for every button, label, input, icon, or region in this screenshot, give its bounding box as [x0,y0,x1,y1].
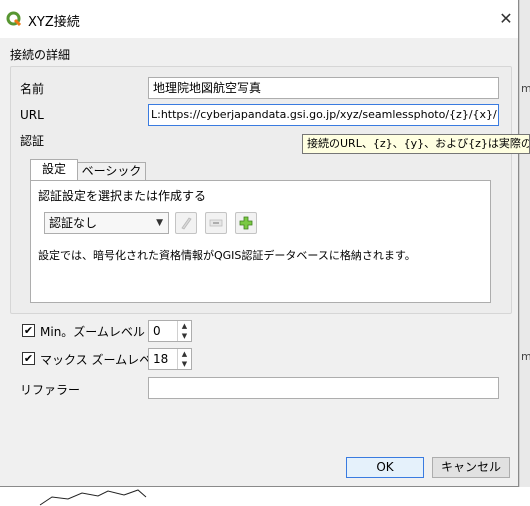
auth-config-value: 認証なし [49,216,98,230]
background-app-edge [519,0,530,506]
spin-down-icon[interactable]: ▼ [177,359,191,369]
add-config-button[interactable] [235,212,257,234]
background-map-canvas [38,487,290,506]
close-button[interactable]: ✕ [496,8,516,30]
min-zoom-value: 0 [153,324,161,338]
tab-basic[interactable]: ベーシック [77,162,146,181]
spin-down-icon[interactable]: ▼ [177,331,191,341]
xyz-connection-dialog: XYZ接続 ✕ 接続の詳細 名前 地理院地図航空写真 URL L:https:/… [0,0,519,487]
auth-label: 認証 [20,134,45,148]
min-zoom-label: Min。ズームレベル [40,325,145,339]
minus-icon [209,219,223,227]
plus-icon [239,216,253,230]
background-app-glyph: m [521,350,530,363]
referer-label: リファラー [20,383,81,397]
url-field[interactable]: L:https://cyberjapandata.gsi.go.jp/xyz/s… [148,104,499,126]
max-zoom-checkbox[interactable]: ✔ [22,352,35,365]
connection-details-label: 接続の詳細 [10,48,71,62]
url-tooltip: 接続のURL、{z}、{y}、および{z}は実際の値に置 [302,134,530,154]
background-app-glyph: m [521,82,530,95]
ok-button[interactable]: OK [346,457,424,478]
chevron-down-icon: ▼ [156,218,163,228]
min-zoom-spinbox[interactable]: 0 ▲ ▼ [148,320,192,342]
max-zoom-label: マックス ズームレベル [40,353,164,367]
auth-instruction: 認証設定を選択または作成する [38,189,207,203]
name-field[interactable]: 地理院地図航空写真 [148,77,499,99]
max-zoom-spinbox[interactable]: 18 ▲ ▼ [148,348,192,370]
url-label: URL [20,108,44,122]
spin-up-icon[interactable]: ▲ [177,349,191,359]
spin-up-icon[interactable]: ▲ [177,321,191,331]
name-label: 名前 [20,82,45,96]
auth-config-select[interactable]: 認証なし ▼ [44,212,169,234]
window-title: XYZ接続 [28,15,80,30]
pencil-icon [181,217,192,230]
remove-config-button[interactable] [205,212,227,234]
cancel-button[interactable]: キャンセル [432,457,510,478]
edit-config-button[interactable] [175,212,197,234]
referer-field[interactable] [148,377,499,399]
auth-note: 設定では、暗号化された資格情報がQGIS認証データベースに格納されます。 [38,249,416,262]
min-zoom-checkbox[interactable]: ✔ [22,324,35,337]
title-bar: XYZ接続 ✕ [0,0,518,38]
qgis-logo-icon [6,11,22,27]
tab-configurations[interactable]: 設定 [30,159,78,181]
max-zoom-value: 18 [153,352,169,366]
